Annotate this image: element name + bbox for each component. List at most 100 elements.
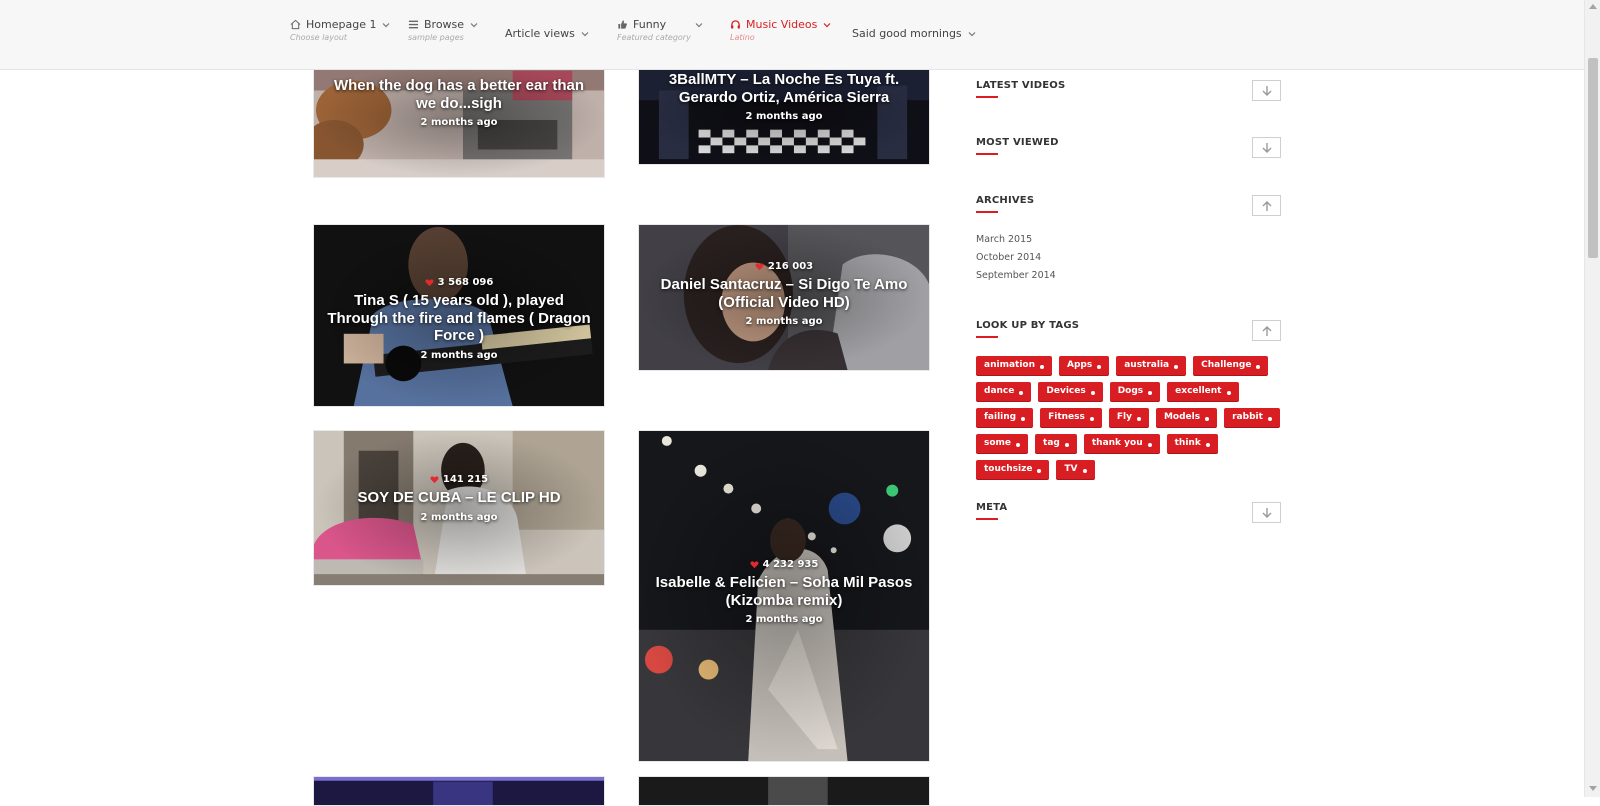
scroll-up-icon[interactable] (1589, 4, 1597, 9)
video-card[interactable]: 3BallMTY – La Noche Es Tuya ft. Gerardo … (638, 60, 930, 165)
home-icon (290, 19, 301, 30)
collapse-tags-button[interactable] (1252, 320, 1281, 341)
dot-icon (1147, 442, 1152, 447)
video-date: 2 months ago (745, 614, 823, 626)
scroll-down-icon[interactable] (1589, 786, 1597, 791)
expand-latest-videos-button[interactable] (1252, 80, 1281, 101)
card-info: 4 232 935 Isabelle & Felicien – Soha Mil… (649, 559, 919, 625)
tag-link[interactable]: Models (1155, 408, 1218, 427)
tag-link[interactable]: TV (1056, 460, 1095, 479)
nav-item-funny[interactable]: Funny Featured category (617, 18, 704, 52)
heart-icon (425, 279, 434, 287)
view-count: 216 003 (649, 261, 919, 272)
tag-label: dance (984, 386, 1015, 396)
chevron-down-icon (695, 22, 703, 27)
archive-link[interactable]: March 2015 (976, 234, 1032, 245)
tag-link[interactable]: australia (1116, 356, 1187, 375)
card-info: 3 568 096 Tina S ( 15 years old ), playe… (324, 277, 594, 361)
dot-icon (1040, 364, 1044, 369)
page-scrollbar[interactable] (1584, 0, 1600, 797)
widget-title-archives: ARCHIVES (976, 195, 1035, 213)
view-count: 141 215 (324, 474, 594, 485)
dot-icon (1021, 416, 1026, 421)
dot-icon (1148, 390, 1153, 395)
expand-most-viewed-button[interactable] (1252, 137, 1281, 158)
tag-link[interactable]: rabbit (1224, 408, 1280, 427)
nav-item-article-views[interactable]: Article views (505, 18, 590, 52)
tag-label: Devices (1046, 386, 1086, 396)
view-count: 3 568 096 (324, 277, 594, 288)
chevron-down-icon (581, 31, 589, 36)
widget-title-latest-videos: LATEST VIDEOS (976, 80, 1066, 98)
tag-label: touchsize (984, 464, 1033, 474)
chevron-down-icon (470, 22, 478, 27)
dot-icon (1097, 364, 1102, 369)
view-count-value: 4 232 935 (762, 559, 819, 570)
card-info: 3BallMTY – La Noche Es Tuya ft. Gerardo … (649, 71, 919, 122)
video-title: SOY DE CUBA – LE CLIP HD (357, 489, 561, 506)
video-date: 2 months ago (745, 111, 823, 123)
tag-link[interactable]: dance (976, 382, 1032, 401)
tag-label: failing (984, 412, 1017, 422)
tag-link[interactable]: touchsize (976, 460, 1050, 479)
heart-icon (430, 476, 439, 484)
nav-sublabel: Latino (730, 33, 755, 42)
video-card[interactable]: 4 232 935 Isabelle & Felicien – Soha Mil… (638, 430, 930, 762)
video-card[interactable]: 3 568 096 Tina S ( 15 years old ), playe… (313, 224, 605, 407)
dot-icon (1256, 364, 1261, 369)
tag-label: australia (1124, 360, 1170, 370)
view-count: 4 232 935 (649, 559, 919, 570)
tag-label: TV (1064, 464, 1078, 474)
tag-label: Fitness (1048, 412, 1085, 422)
archive-link[interactable]: September 2014 (976, 270, 1056, 281)
dot-icon (1089, 416, 1094, 421)
scrollbar-thumb[interactable] (1588, 58, 1598, 258)
video-title: Tina S ( 15 years old ), played Through … (327, 292, 591, 345)
tag-link[interactable]: some (976, 434, 1029, 453)
heart-icon (755, 263, 764, 271)
tag-link[interactable]: excellent (1167, 382, 1239, 401)
video-card[interactable]: 141 215 SOY DE CUBA – LE CLIP HD 2 month… (313, 430, 605, 586)
nav-item-music-videos[interactable]: Music Videos Latino (730, 18, 832, 52)
tag-link[interactable]: Apps (1059, 356, 1110, 375)
tag-link[interactable]: Fly (1108, 408, 1149, 427)
video-card[interactable] (313, 776, 605, 806)
nav-item-said-good-mornings[interactable]: Said good mornings (852, 18, 977, 52)
arrow-down-icon (1262, 507, 1271, 518)
card-info: 216 003 Daniel Santacruz – Si Digo Te Am… (649, 261, 919, 327)
nav-item-homepage[interactable]: Homepage 1 Choose layout (290, 18, 391, 52)
tag-link[interactable]: Devices (1038, 382, 1103, 401)
tag-label: some (984, 438, 1012, 448)
nav-sublabel: Featured category (617, 33, 691, 42)
tag-link[interactable]: failing (976, 408, 1034, 427)
tag-link[interactable]: Dogs (1109, 382, 1161, 401)
tag-link[interactable]: thank you (1083, 434, 1160, 453)
view-count-value: 216 003 (767, 261, 814, 272)
widget-title-most-viewed: MOST VIEWED (976, 137, 1059, 155)
dot-icon (1019, 390, 1024, 395)
tag-label: Challenge (1201, 360, 1252, 370)
tag-label: animation (984, 360, 1035, 370)
video-date: 2 months ago (420, 511, 498, 523)
tag-link[interactable]: Challenge (1193, 356, 1269, 375)
video-thumbnail (314, 777, 604, 805)
view-count-value: 3 568 096 (437, 277, 494, 288)
expand-meta-button[interactable] (1252, 502, 1281, 523)
arrow-up-icon (1262, 200, 1271, 211)
tag-link[interactable]: Fitness (1040, 408, 1102, 427)
card-info: 141 215 SOY DE CUBA – LE CLIP HD 2 month… (324, 474, 594, 523)
tag-link[interactable]: animation (976, 356, 1052, 375)
video-card[interactable]: When the dog has a better ear than we do… (313, 60, 605, 178)
tag-link[interactable]: think (1166, 434, 1218, 453)
tag-link[interactable]: tag (1035, 434, 1077, 453)
dot-icon (1205, 416, 1210, 421)
nav-label: Homepage 1 (306, 18, 377, 31)
collapse-archives-button[interactable] (1252, 195, 1281, 216)
chevron-down-icon (383, 22, 390, 27)
video-card[interactable] (638, 776, 930, 806)
top-navigation: Homepage 1 Choose layout Browse sample p… (0, 0, 1584, 70)
video-card[interactable]: 216 003 Daniel Santacruz – Si Digo Te Am… (638, 224, 930, 371)
archive-link[interactable]: October 2014 (976, 252, 1041, 263)
tag-label: thank you (1091, 438, 1143, 448)
nav-item-browse[interactable]: Browse sample pages (408, 18, 479, 52)
